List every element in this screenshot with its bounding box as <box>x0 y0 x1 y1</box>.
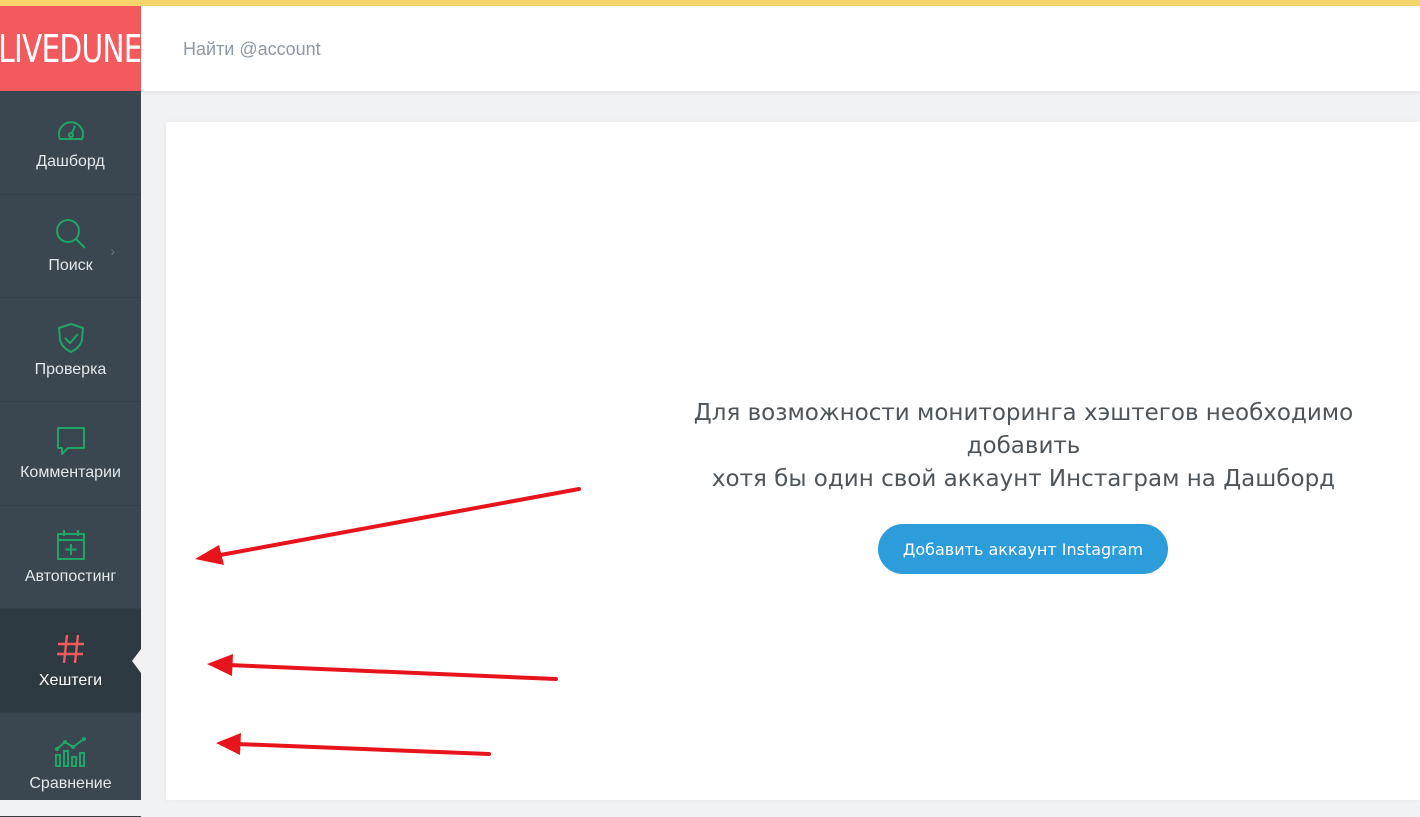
message-line-2: хотя бы один свой аккаунт Инстаграм на Д… <box>711 466 1336 492</box>
message-line-1: Для возможности мониторинга хэштегов нео… <box>693 400 1354 459</box>
empty-state-message: Для возможности мониторинга хэштегов нео… <box>656 397 1391 496</box>
sidebar-item-label: Проверка <box>34 360 107 378</box>
logo[interactable]: LIVEDUNE <box>0 6 141 91</box>
sidebar-item-label: Поиск <box>48 257 93 275</box>
sidebar-item-label: Комментарии <box>20 464 121 482</box>
hashtag-icon <box>56 634 84 663</box>
sidebar-item-label: Хештеги <box>38 671 103 689</box>
dashboard-gauge-icon <box>57 121 84 141</box>
sidebar-item-search[interactable]: Поиск › <box>0 195 141 299</box>
comment-icon <box>56 427 85 456</box>
search-input[interactable] <box>181 32 581 66</box>
sidebar-item-label: Дашборд <box>36 153 105 171</box>
sidebar-item-hashtags[interactable]: Хештеги <box>0 609 141 714</box>
top-header <box>141 6 1420 91</box>
chevron-right-icon: › <box>110 242 115 259</box>
sidebar-item-label: Автопостинг <box>24 568 117 586</box>
hashtags-empty-state-card: Для возможности мониторинга хэштегов нео… <box>166 122 1420 800</box>
active-indicator <box>132 649 141 674</box>
sidebar-item-compare[interactable]: Сравнение <box>0 713 141 817</box>
sidebar-item-label: Сравнение <box>29 775 112 793</box>
sidebar-item-comments[interactable]: Комментарии <box>0 402 141 506</box>
search-icon <box>55 219 86 249</box>
calendar-plus-icon <box>56 530 85 561</box>
sidebar-item-autoposting[interactable]: Автопостинг <box>0 506 141 610</box>
sidebar-item-check[interactable]: Проверка <box>0 298 141 403</box>
compare-chart-icon <box>54 737 86 768</box>
add-instagram-account-button[interactable]: Добавить аккаунт Instagram <box>878 524 1168 574</box>
sidebar-item-dashboard[interactable]: Дашборд <box>0 91 141 195</box>
shield-check-icon <box>57 322 84 353</box>
logo-text: LIVEDUNE <box>0 6 141 91</box>
sidebar: LIVEDUNE Дашборд Поиск › Проверка Коммен… <box>0 6 141 817</box>
